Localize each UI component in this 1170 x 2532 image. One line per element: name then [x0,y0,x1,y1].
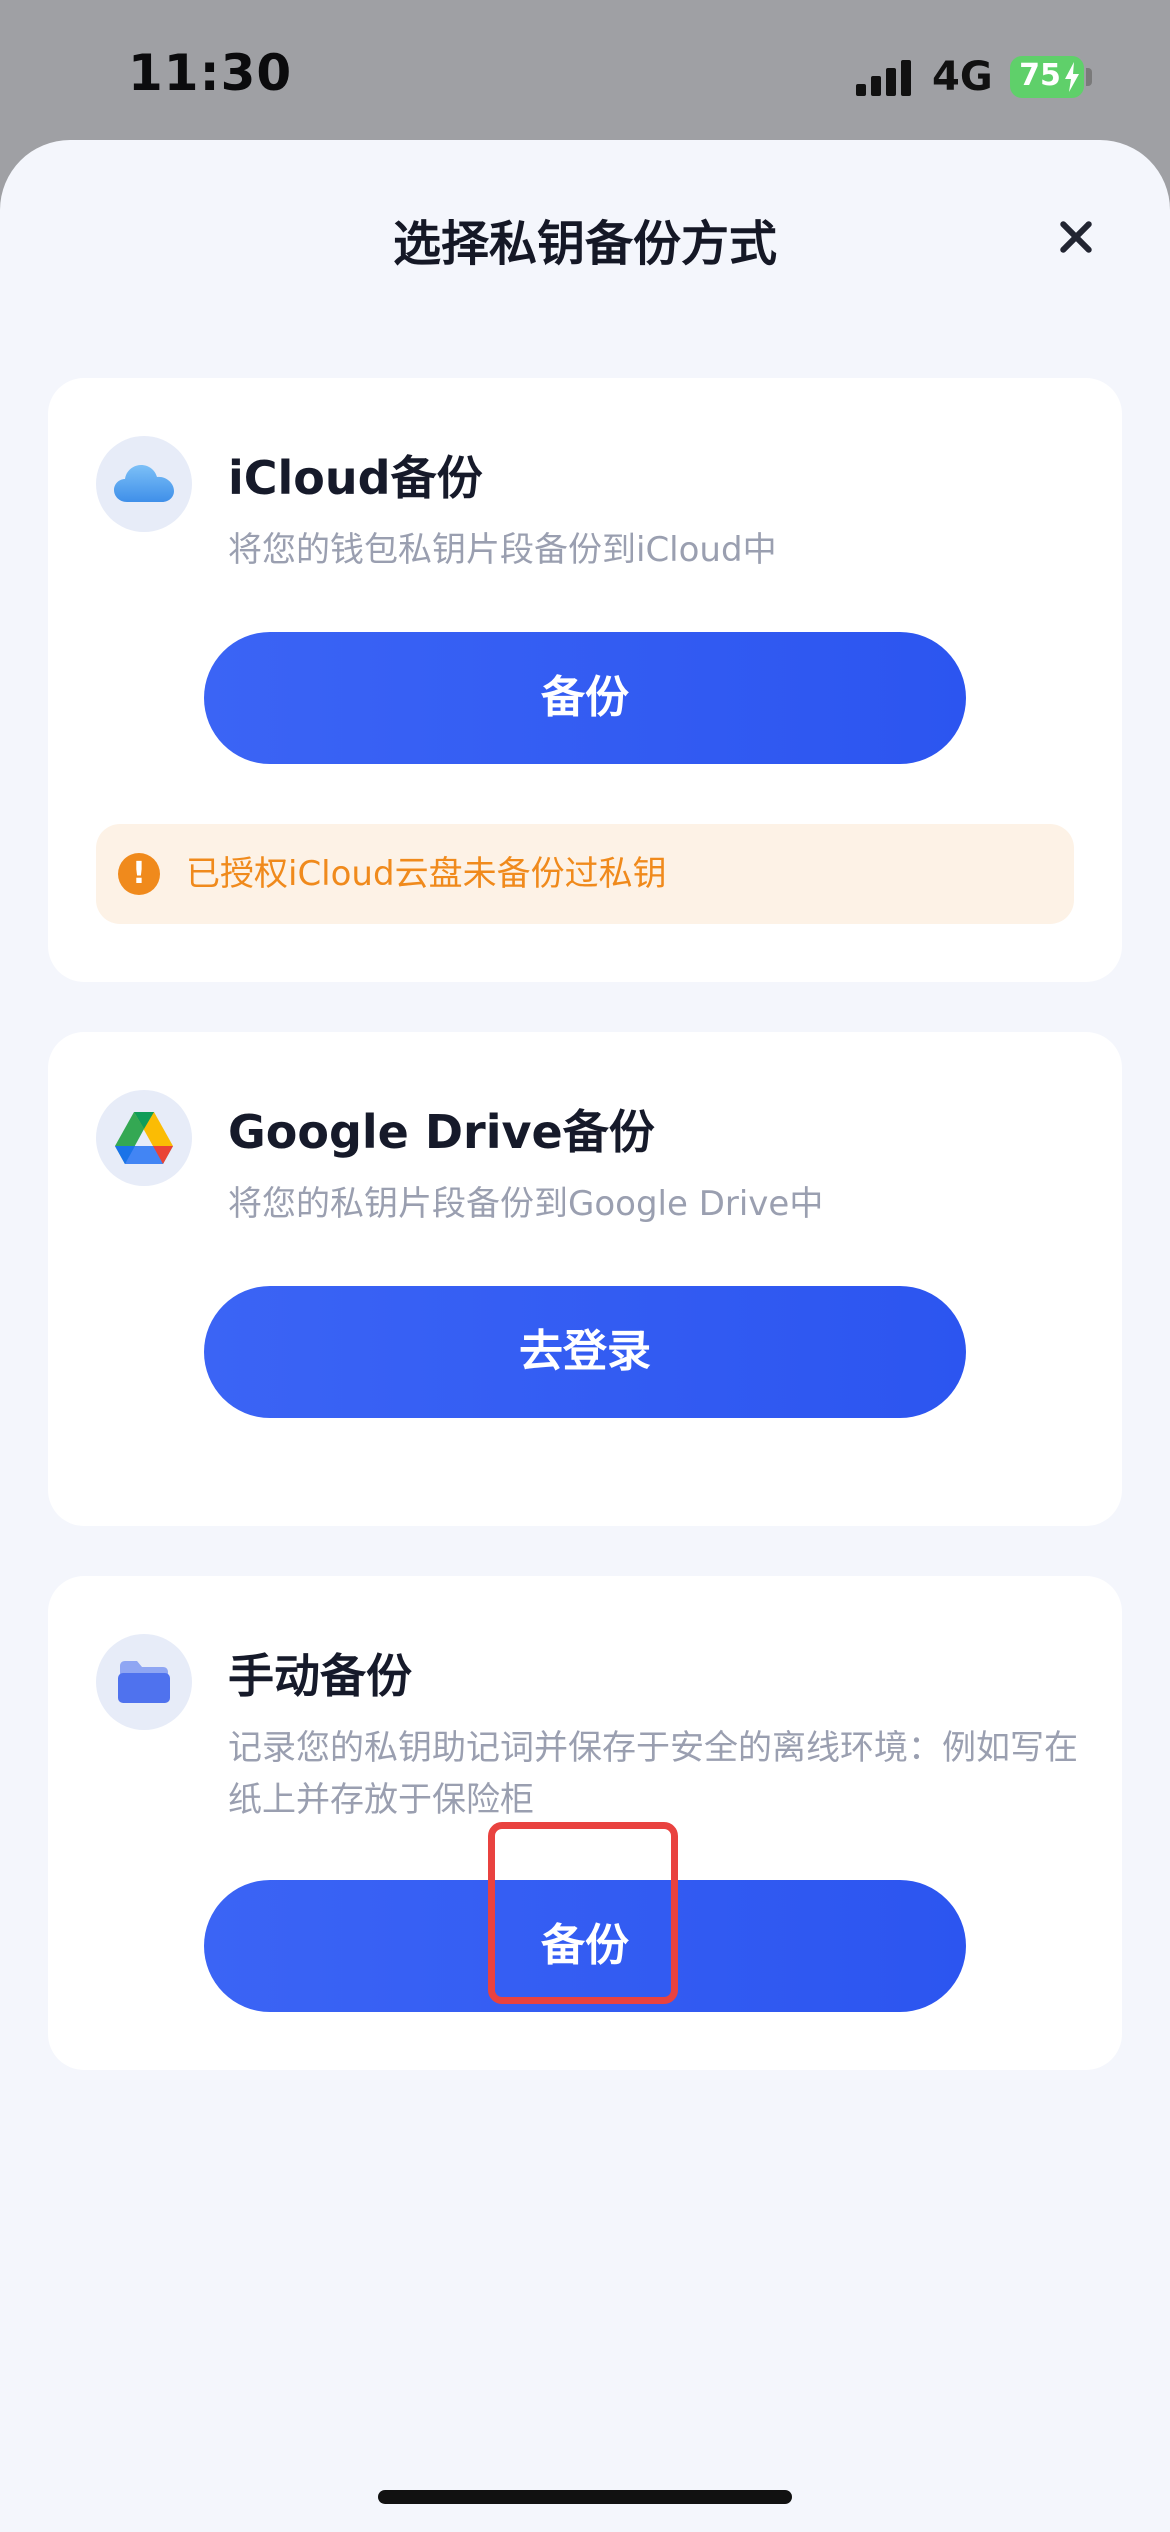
manual-card-description: 记录您的私钥助记词并保存于安全的离线环境：例如写在纸上并存放于保险柜 [228,1728,1078,1820]
cellular-signal-icon [856,60,916,96]
network-type: 4G [932,54,993,100]
icloud-card-description: 将您的钱包私钥片段备份到iCloud中 [228,530,777,570]
google-drive-backup-card: Google Drive备份 将您的私钥片段备份到Google Drive中 去… [48,1032,1122,1526]
battery-level: 75 [1019,58,1061,93]
status-time: 11:30 [128,44,293,102]
battery-tip [1086,68,1092,86]
manual-card-title: 手动备份 [228,1649,412,1703]
google-drive-icon [96,1090,192,1186]
google-drive-login-button[interactable]: 去登录 [204,1286,966,1418]
icloud-icon [96,436,192,532]
google-drive-card-description: 将您的私钥片段备份到Google Drive中 [228,1184,824,1224]
charging-bolt-icon [1065,62,1079,92]
google-drive-card-title: Google Drive备份 [228,1105,655,1159]
icloud-status-text: 已授权iCloud云盘未备份过私钥 [186,854,667,894]
status-bar: 11:30 4G 75 [0,0,1170,150]
sheet-title: 选择私钥备份方式 [392,216,777,272]
backup-method-sheet: 选择私钥备份方式 iCloud备份 将您的钱包私钥片段备份到iCloud中 备份… [0,140,1170,2532]
icloud-card-title: iCloud备份 [228,451,483,505]
warning-icon: ! [118,853,160,895]
home-indicator[interactable] [378,2490,792,2504]
icloud-backup-button[interactable]: 备份 [204,632,966,764]
battery-icon: 75 [1010,56,1084,98]
icloud-backup-card: iCloud备份 将您的钱包私钥片段备份到iCloud中 备份 ! 已授权iCl… [48,378,1122,982]
folder-icon [96,1634,192,1730]
close-icon[interactable] [1045,206,1107,268]
icloud-status-notice: ! 已授权iCloud云盘未备份过私钥 [96,824,1074,924]
highlight-box [488,1822,678,2004]
